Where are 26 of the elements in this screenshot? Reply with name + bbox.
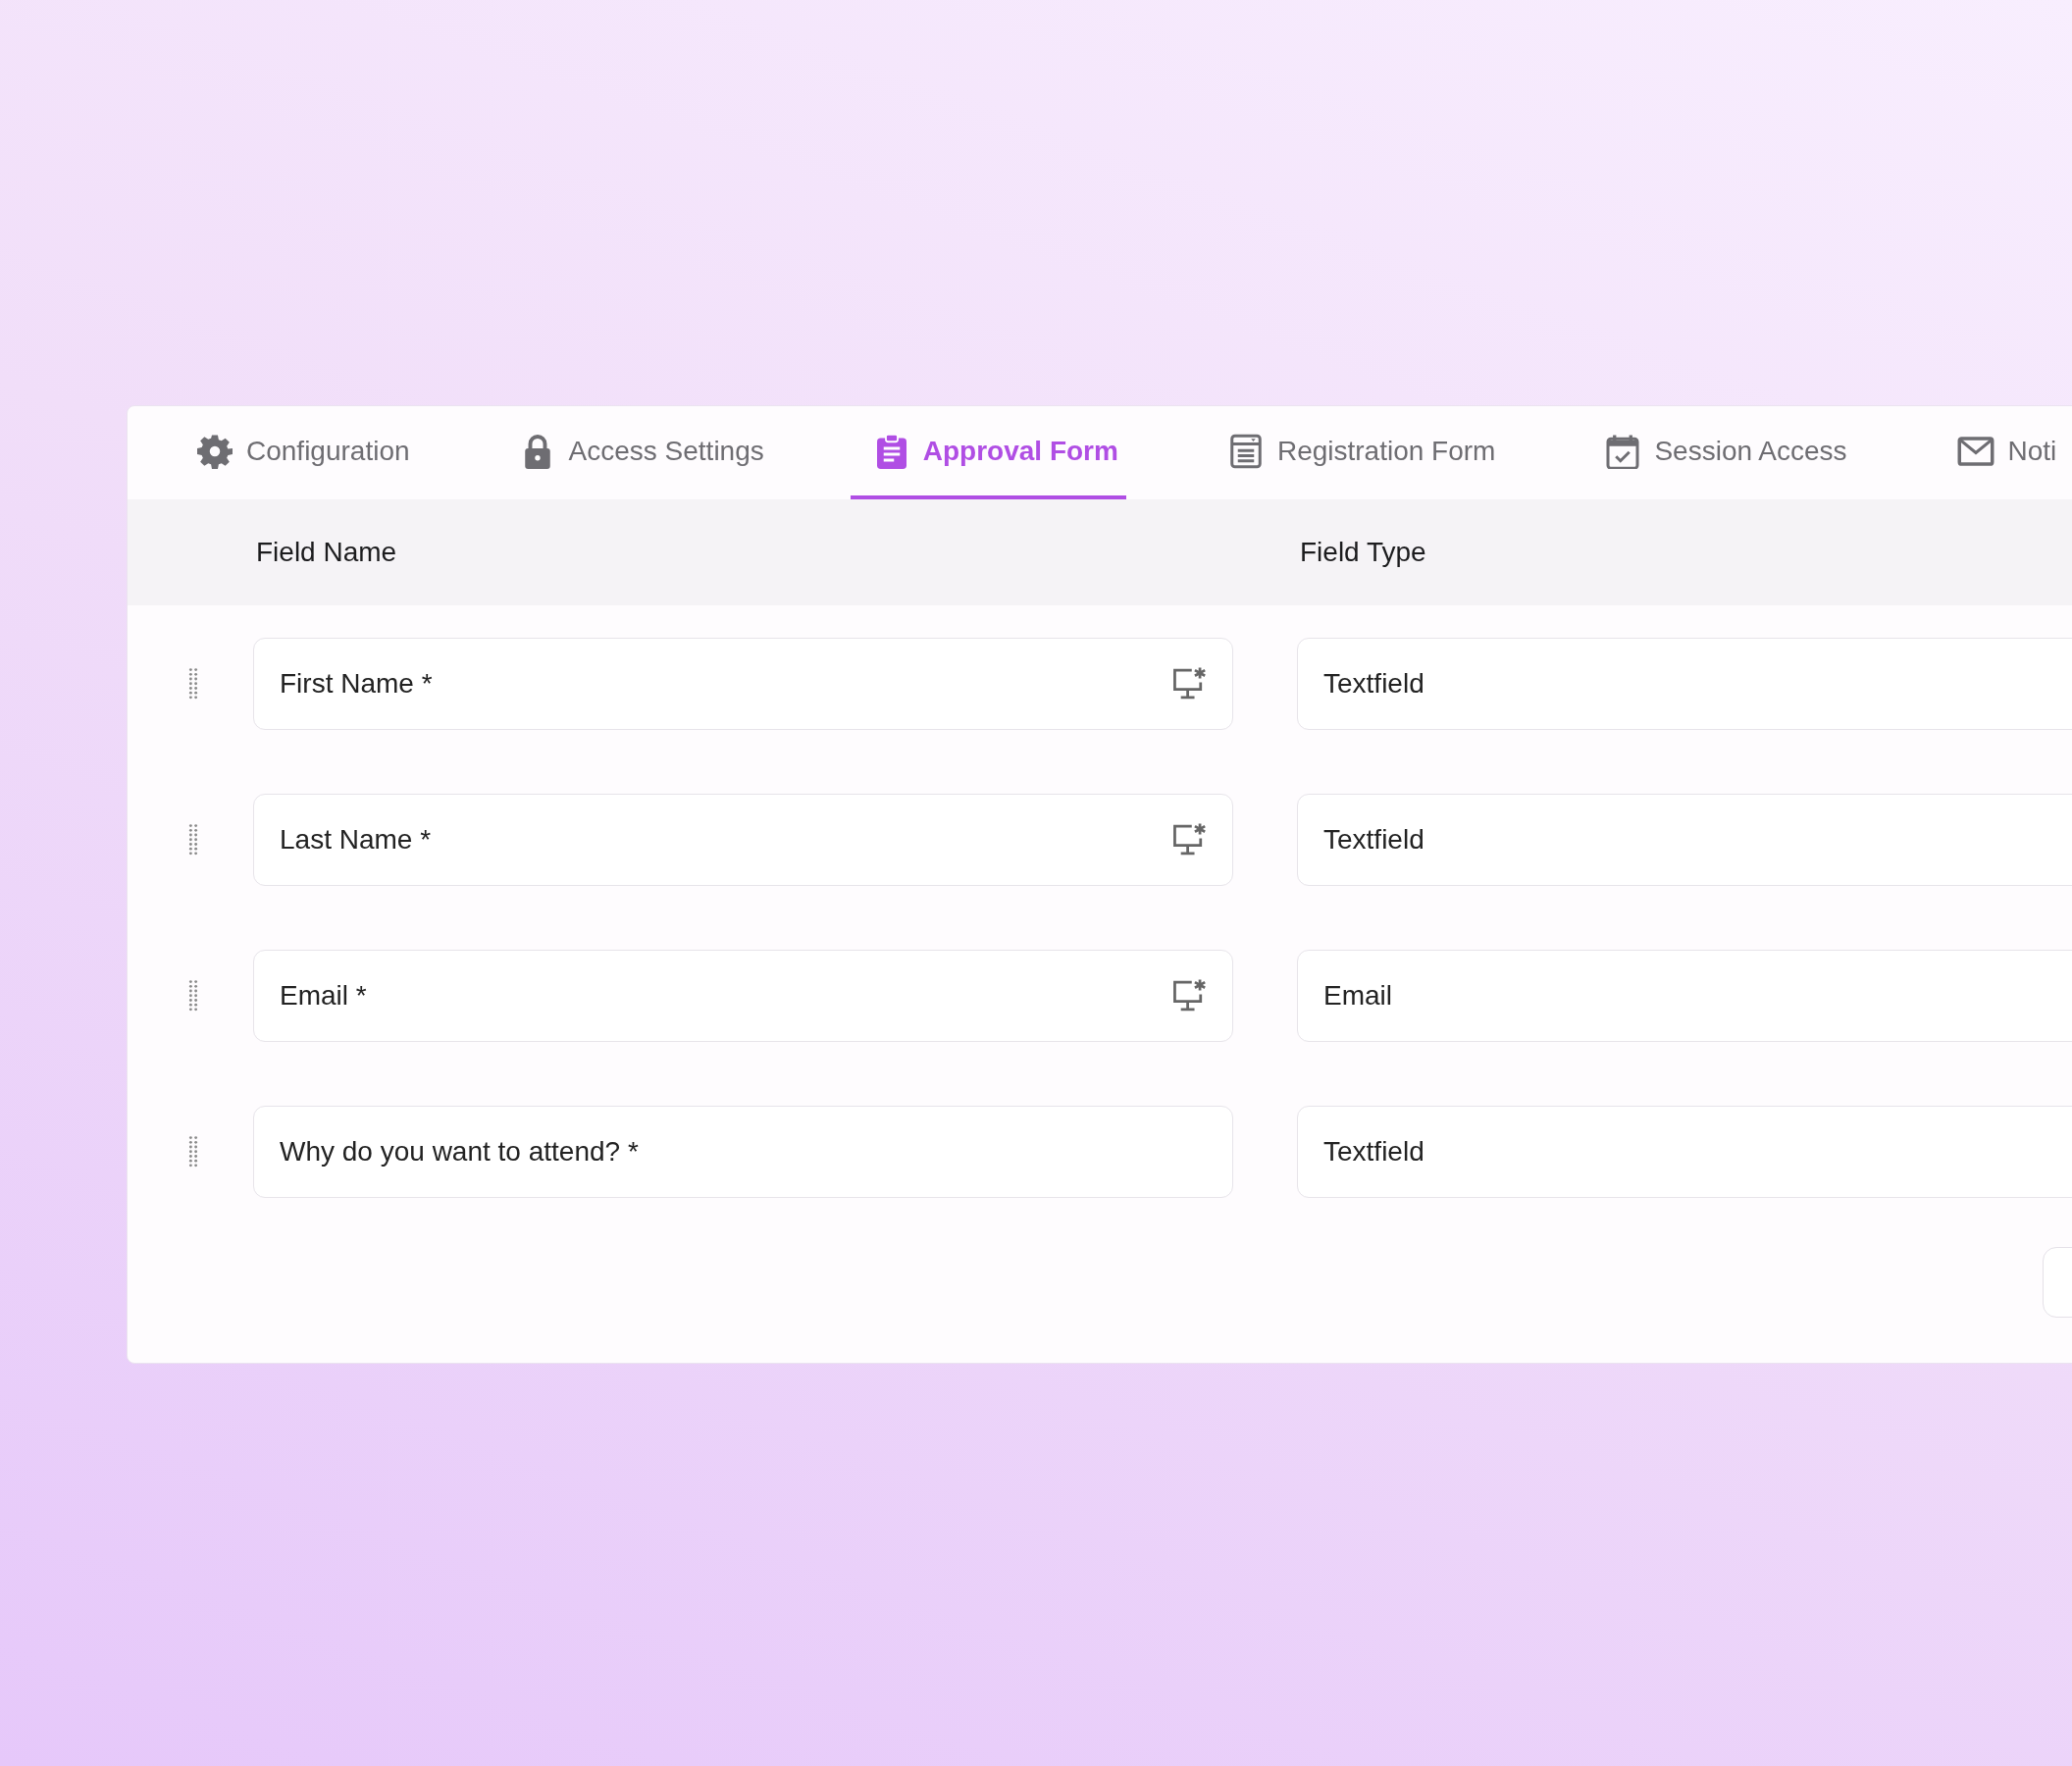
field-name-input[interactable]: Email * <box>253 950 1233 1042</box>
field-name-input[interactable]: First Name * <box>253 638 1233 730</box>
tab[interactable]: Noti <box>1933 406 2065 499</box>
drag-handle-icon[interactable] <box>186 979 200 1013</box>
drag-handle-icon[interactable] <box>186 1135 200 1169</box>
column-header: Field Name <box>256 537 398 568</box>
calendar-check-icon <box>1605 433 1641 469</box>
field-name-input[interactable]: Why do you want to attend? * <box>253 1106 1233 1198</box>
field-type-select[interactable]: Textfield <box>1297 1106 2072 1198</box>
tab[interactable]: Session Access <box>1581 406 1855 499</box>
field-name-input[interactable]: Last Name * <box>253 794 1233 886</box>
monitor-asterisk-icon[interactable] <box>1171 978 1207 1013</box>
tab[interactable]: Configuration <box>174 406 418 499</box>
field-type-select[interactable]: Textfield <box>1297 638 2072 730</box>
field-type-select[interactable]: Email <box>1297 950 2072 1042</box>
monitor-asterisk-icon[interactable] <box>1171 822 1207 857</box>
tab[interactable]: Access Settings <box>495 406 772 499</box>
column-header: Field Type <box>1300 537 1426 568</box>
mail-icon <box>1956 435 1994 467</box>
field-type-select[interactable]: Textfield <box>1297 794 2072 886</box>
form-icon <box>1227 433 1264 469</box>
drag-handle-icon[interactable] <box>186 823 200 857</box>
tab[interactable]: Registration Form <box>1204 406 1504 499</box>
gear-icon <box>197 433 233 469</box>
drag-handle-icon[interactable] <box>186 667 200 701</box>
monitor-asterisk-icon[interactable] <box>1171 666 1207 701</box>
